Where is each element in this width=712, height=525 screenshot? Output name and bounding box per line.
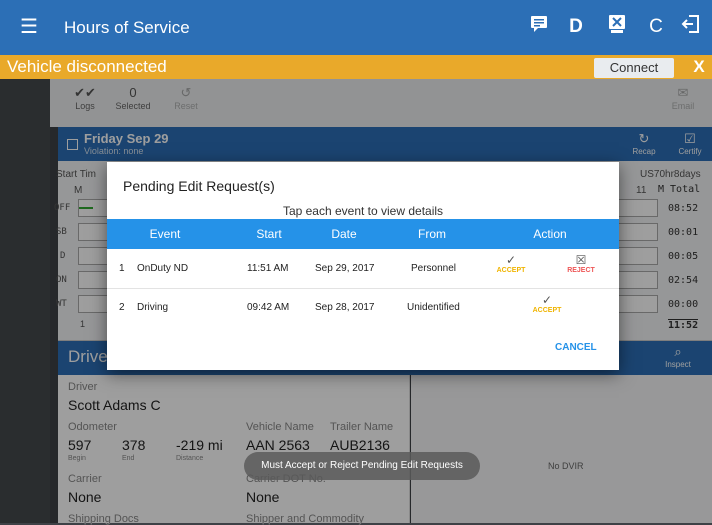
app-bar: ☰ Hours of Service D C bbox=[0, 0, 712, 55]
event-cell: Driving bbox=[137, 302, 169, 313]
row-number: 2 bbox=[119, 302, 125, 313]
accept-icon: ✓ bbox=[541, 293, 553, 307]
event-cell: OnDuty ND bbox=[137, 263, 189, 274]
connection-status-text: Vehicle disconnected bbox=[7, 57, 167, 76]
menu-icon[interactable]: ☰ bbox=[20, 16, 38, 38]
eld-icon[interactable] bbox=[604, 14, 630, 40]
reject-icon: ☒ bbox=[575, 253, 587, 267]
cancel-button[interactable]: CANCEL bbox=[555, 342, 597, 353]
dismiss-connection-button[interactable]: X bbox=[686, 55, 712, 79]
pending-edit-dialog: Pending Edit Request(s) Tap each event t… bbox=[107, 162, 619, 370]
accept-button[interactable]: ✓ ACCEPT bbox=[491, 253, 531, 274]
date-cell: Sep 29, 2017 bbox=[315, 263, 375, 274]
table-row[interactable]: 1 OnDuty ND 11:51 AM Sep 29, 2017 Person… bbox=[107, 249, 619, 289]
table-row[interactable]: 2 Driving 09:42 AM Sep 28, 2017 Unidenti… bbox=[107, 289, 619, 329]
dialog-subtitle: Tap each event to view details bbox=[282, 204, 444, 218]
column-header: Start bbox=[256, 227, 282, 241]
d-icon[interactable]: D bbox=[563, 14, 589, 40]
start-cell: 09:42 AM bbox=[247, 302, 290, 313]
reject-button[interactable]: ☒ REJECT bbox=[561, 253, 601, 274]
connect-button[interactable]: Connect bbox=[594, 58, 674, 78]
accept-icon: ✓ bbox=[505, 253, 517, 267]
refresh-icon[interactable]: C bbox=[643, 14, 669, 40]
date-cell: Sep 28, 2017 bbox=[315, 302, 375, 313]
column-header: From bbox=[418, 227, 446, 241]
start-cell: 11:51 AM bbox=[247, 263, 289, 274]
dialog-title: Pending Edit Request(s) bbox=[123, 178, 275, 194]
message-icon[interactable] bbox=[526, 14, 552, 40]
from-cell: Unidentified bbox=[407, 302, 460, 313]
column-header: Event bbox=[149, 227, 181, 241]
from-cell: Personnel bbox=[411, 263, 457, 274]
column-header: Action bbox=[533, 227, 567, 241]
toast-message: Must Accept or Reject Pending Edit Reque… bbox=[244, 452, 480, 480]
accept-button[interactable]: ✓ ACCEPT bbox=[527, 293, 567, 314]
row-number: 1 bbox=[119, 263, 125, 274]
table-header: Event Start Date From Action bbox=[107, 219, 619, 249]
page-title: Hours of Service bbox=[64, 18, 190, 37]
logout-icon[interactable] bbox=[678, 14, 704, 40]
column-header: Date bbox=[331, 227, 357, 241]
